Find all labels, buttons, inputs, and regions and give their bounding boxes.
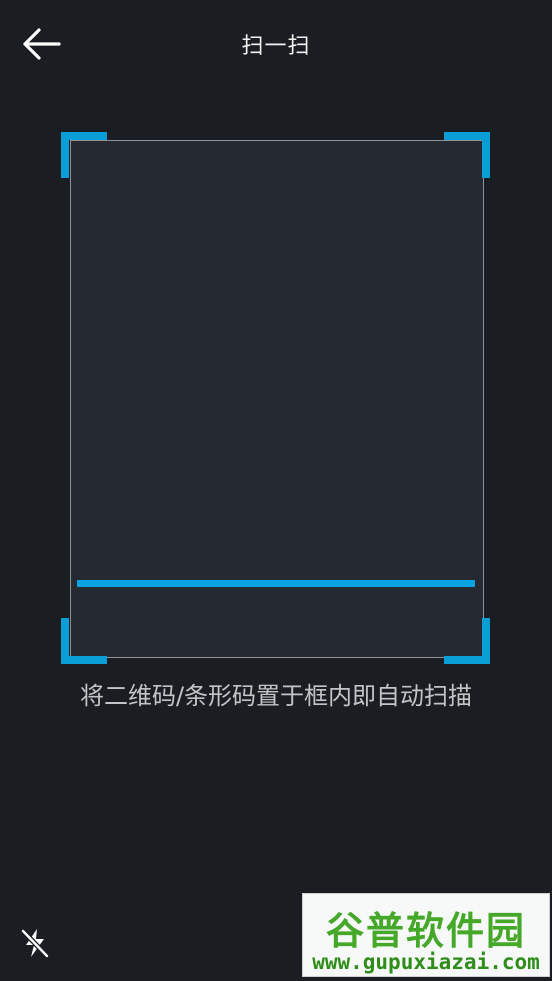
watermark-title: 谷普软件园	[325, 909, 526, 953]
watermark-logo: 谷普软件园 www.gupuxiazai.com	[302, 893, 550, 977]
scan-line	[77, 580, 475, 587]
watermark-url: www.gupuxiazai.com	[312, 950, 540, 974]
scan-corner-top-right	[444, 132, 490, 178]
scan-hint: 将二维码/条形码置于框内即自动扫描	[79, 682, 473, 710]
scan-corner-bottom-left	[61, 618, 107, 664]
scan-corner-bottom-right	[444, 618, 490, 664]
scan-corner-top-left	[61, 132, 107, 178]
flash-toggle-button[interactable]	[18, 926, 52, 960]
flash-off-icon	[21, 929, 49, 958]
page-title: 扫一扫	[241, 34, 311, 59]
